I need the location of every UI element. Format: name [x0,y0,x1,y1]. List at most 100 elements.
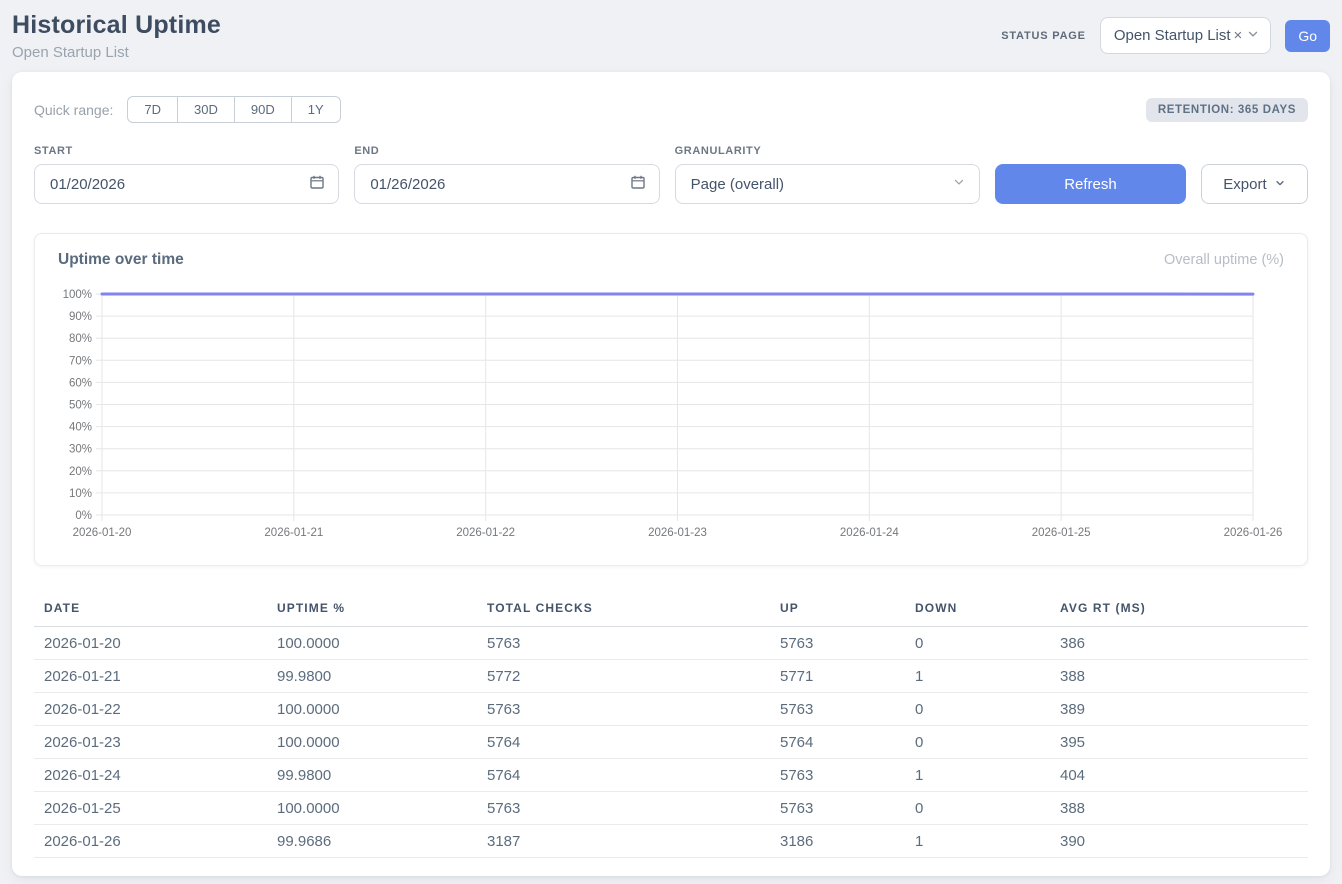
end-date-value: 01/26/2026 [370,176,445,193]
y-axis-tick-label: 90% [69,311,92,323]
uptime-table: DATEUPTIME %TOTAL CHECKSUPDOWNAVG RT (MS… [34,595,1308,858]
table-cell: 3187 [487,825,780,858]
granularity-value: Page (overall) [691,176,784,193]
table-header-cell: TOTAL CHECKS [487,595,780,627]
table-cell: 99.9800 [277,759,487,792]
table-cell: 5763 [780,792,915,825]
status-page-select[interactable]: Open Startup List × [1100,17,1272,54]
chart-title: Uptime over time [58,251,184,269]
table-cell: 5764 [780,726,915,759]
table-cell: 2026-01-22 [34,693,277,726]
table-header-cell: DATE [34,595,277,627]
granularity-label: GRANULARITY [675,145,980,157]
start-label: START [34,145,339,157]
calendar-icon[interactable] [309,174,325,194]
header-controls: STATUS PAGE Open Startup List × Go [1001,17,1330,54]
table-cell: 5763 [487,627,780,660]
table-header-cell: UP [780,595,915,627]
table-cell: 99.9800 [277,660,487,693]
table-cell: 99.9686 [277,825,487,858]
table-cell: 0 [915,726,1060,759]
table-cell: 395 [1060,726,1308,759]
table-cell: 1 [915,759,1060,792]
table-cell: 0 [915,792,1060,825]
filters-row: START 01/20/2026 END 01/26/2026 GRANULAR… [34,145,1308,204]
end-label: END [354,145,659,157]
go-button[interactable]: Go [1285,20,1330,52]
table-row: 2026-01-20100.0000576357630386 [34,627,1308,660]
table-cell: 2026-01-25 [34,792,277,825]
table-row: 2026-01-22100.0000576357630389 [34,693,1308,726]
table-cell: 5764 [487,726,780,759]
table-cell: 5764 [487,759,780,792]
table-row: 2026-01-25100.0000576357630388 [34,792,1308,825]
quick-range-1y[interactable]: 1Y [291,96,341,123]
page-title: Historical Uptime [12,11,221,40]
quick-range-7d[interactable]: 7D [127,96,178,123]
y-axis-tick-label: 50% [69,400,92,412]
x-axis-tick-label: 2026-01-21 [264,527,323,539]
table-cell: 2026-01-20 [34,627,277,660]
granularity-select[interactable]: Page (overall) [675,164,980,204]
export-label: Export [1223,176,1266,193]
table-row: 2026-01-2499.9800576457631404 [34,759,1308,792]
table-cell: 2026-01-21 [34,660,277,693]
page-subtitle: Open Startup List [12,44,221,61]
y-axis-tick-label: 0% [75,510,92,522]
y-axis-tick-label: 40% [69,422,92,434]
table-cell: 1 [915,660,1060,693]
x-axis-tick-label: 2026-01-24 [840,527,899,539]
export-button[interactable]: Export [1201,164,1308,204]
quick-range-90d[interactable]: 90D [234,96,292,123]
retention-badge: RETENTION: 365 DAYS [1146,98,1308,122]
y-axis-tick-label: 20% [69,466,92,478]
clear-icon[interactable]: × [1234,27,1243,44]
table-cell: 100.0000 [277,792,487,825]
chevron-down-icon [952,175,966,193]
table-cell: 5763 [780,693,915,726]
table-header-cell: UPTIME % [277,595,487,627]
y-axis-tick-label: 10% [69,488,92,500]
table-cell: 3186 [780,825,915,858]
y-axis-tick-label: 100% [63,289,92,301]
table-cell: 100.0000 [277,627,487,660]
table-cell: 388 [1060,792,1308,825]
table-cell: 5763 [487,693,780,726]
status-page-selected-value: Open Startup List [1114,27,1231,44]
chevron-down-icon [1274,176,1286,193]
table-cell: 5763 [487,792,780,825]
calendar-icon[interactable] [630,174,646,194]
chart-legend: Overall uptime (%) [1164,252,1284,268]
start-date-input[interactable]: 01/20/2026 [34,164,339,204]
table-header-row: DATEUPTIME %TOTAL CHECKSUPDOWNAVG RT (MS… [34,595,1308,627]
table-cell: 0 [915,627,1060,660]
x-axis-tick-label: 2026-01-26 [1224,527,1283,539]
quick-range-label: Quick range: [34,102,113,118]
table-cell: 100.0000 [277,693,487,726]
refresh-button[interactable]: Refresh [995,164,1186,204]
table-cell: 390 [1060,825,1308,858]
uptime-table-wrap: DATEUPTIME %TOTAL CHECKSUPDOWNAVG RT (MS… [34,595,1308,858]
chevron-down-icon [1246,27,1260,45]
table-cell: 2026-01-24 [34,759,277,792]
y-axis-tick-label: 60% [69,377,92,389]
table-cell: 5771 [780,660,915,693]
table-cell: 5763 [780,759,915,792]
end-date-input[interactable]: 01/26/2026 [354,164,659,204]
uptime-chart-card: Uptime over time Overall uptime (%) 0% 10… [34,233,1308,566]
x-axis-tick-label: 2026-01-22 [456,527,515,539]
page-header: Historical Uptime Open Startup List STAT… [12,0,1330,72]
quick-range-30d[interactable]: 30D [177,96,235,123]
y-axis-tick-label: 70% [69,355,92,367]
quick-range-group: 7D 30D 90D 1Y [127,96,340,123]
y-axis-tick-label: 30% [69,444,92,456]
table-cell: 5763 [780,627,915,660]
table-cell: 404 [1060,759,1308,792]
table-header-cell: AVG RT (MS) [1060,595,1308,627]
table-cell: 100.0000 [277,726,487,759]
table-row: 2026-01-2199.9800577257711388 [34,660,1308,693]
quick-range-row: Quick range: 7D 30D 90D 1Y RETENTION: 36… [34,96,1308,123]
table-row: 2026-01-23100.0000576457640395 [34,726,1308,759]
table-cell: 386 [1060,627,1308,660]
table-row: 2026-01-2699.9686318731861390 [34,825,1308,858]
